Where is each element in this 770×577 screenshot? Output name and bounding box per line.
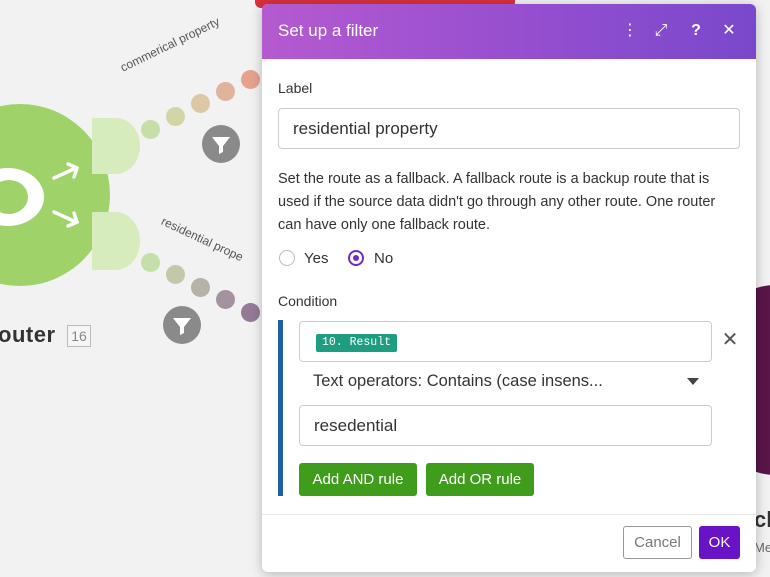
route-dot [191,94,210,113]
add-or-rule-button[interactable]: Add OR rule [426,463,534,496]
help-icon[interactable]: ? [684,19,708,43]
label-input[interactable] [278,108,740,149]
expand-icon[interactable]: ⤢ [649,19,673,43]
condition-caption: Condition [278,293,338,309]
route-dot [216,290,235,309]
label-caption: Label [278,80,313,96]
router-arrow-icon [52,162,80,228]
dialog-title: Set up a filter [278,21,379,40]
operator-select-value: Text operators: Contains (case insens... [313,372,603,390]
filter-dialog: Set up a filter ⋮ ⤢ ? ✕ Label Set the ro… [262,4,756,572]
add-and-rule-button[interactable]: Add AND rule [299,463,417,496]
operator-select[interactable]: Text operators: Contains (case insens... [299,364,712,400]
route-dot [141,253,160,272]
filter-icon[interactable] [202,125,240,163]
router-name: outer [0,322,56,347]
operand-chip[interactable]: 10. Result [316,334,398,352]
route-dot [241,303,260,322]
fallback-no-radio[interactable] [348,250,364,266]
router-connector-top[interactable] [92,118,140,174]
fallback-yes-radio[interactable] [279,250,295,266]
route-dot [241,70,260,89]
fallback-yes-label[interactable]: Yes [304,250,328,267]
filter-icon[interactable] [163,306,201,344]
router-connector-bottom[interactable] [92,212,140,270]
route-dot [216,82,235,101]
fallback-no-label[interactable]: No [374,250,393,267]
chevron-down-icon [687,378,699,385]
footer-divider [262,514,756,515]
more-vertical-icon[interactable]: ⋮ [618,19,642,43]
dialog-header: Set up a filter ⋮ ⤢ ? ✕ [262,4,756,59]
route-label-commercial[interactable]: commerical property [118,14,222,74]
ok-button[interactable]: OK [699,526,740,559]
module-subtitle-partial: Me [754,540,770,555]
cancel-button[interactable]: Cancel [623,526,692,559]
route-dot [166,265,185,284]
router-id-badge: 16 [67,325,91,347]
fallback-help-text: Set the route as a fallback. A fallback … [278,171,716,233]
route-dot [166,107,185,126]
funnel-icon [212,137,230,154]
route-label-residential[interactable]: residential prope [159,214,245,264]
route-dot [141,120,160,139]
condition-group-bar [278,320,283,496]
condition-value-input[interactable] [299,405,712,446]
funnel-icon [173,318,191,335]
route-dot [191,278,210,297]
close-icon[interactable]: ✕ [717,19,741,43]
remove-condition-icon[interactable]: ✕ [720,330,740,350]
module-name-partial: cl [754,507,770,532]
